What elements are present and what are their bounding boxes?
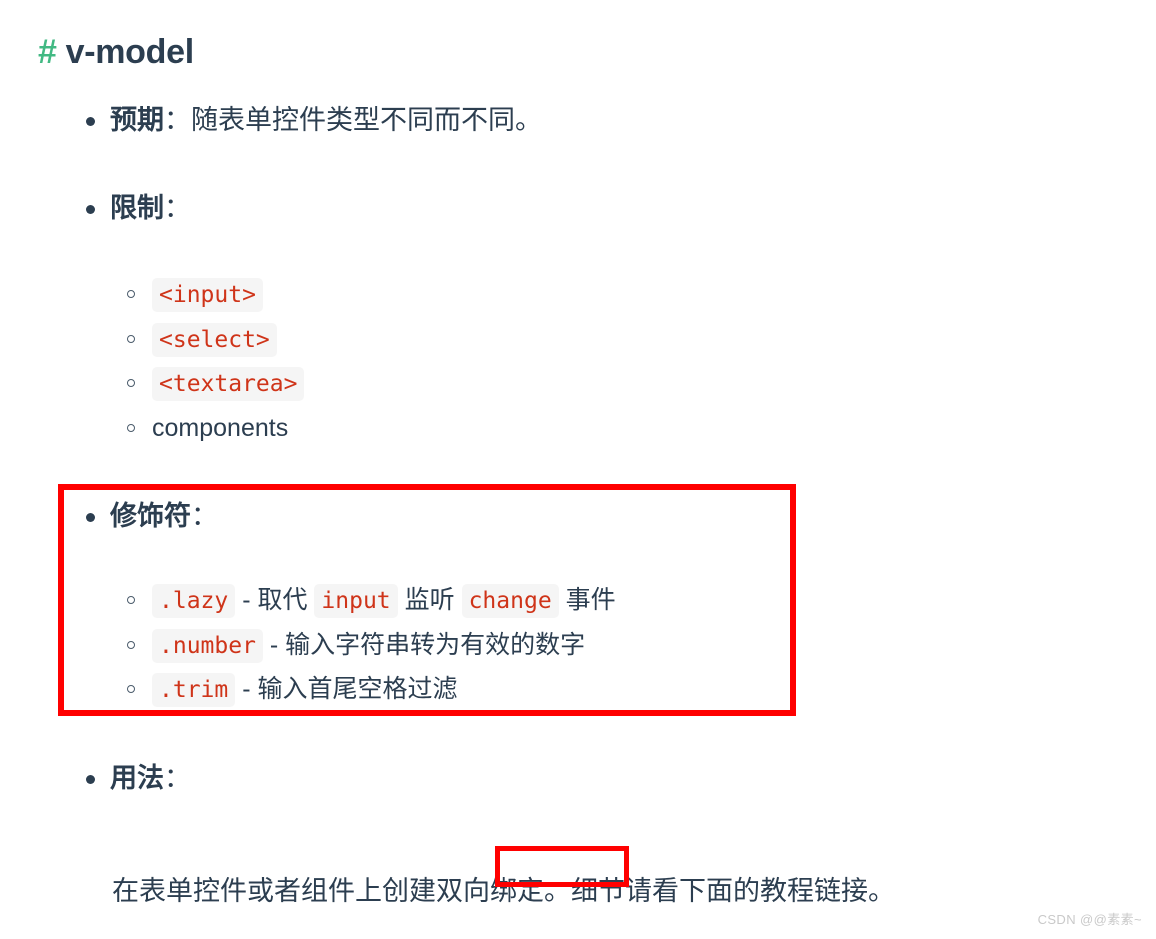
plain-token: - 输入字符串转为有效的数字 [262, 630, 586, 659]
list-item-modifiers: 修饰符： [76, 496, 776, 537]
usage-separator: ： [164, 763, 191, 793]
limit-list: 限制： [76, 188, 976, 229]
list-item: <textarea> [114, 361, 894, 406]
plain-token: 监听 [397, 586, 462, 614]
modifier-sublist: .lazy - 取代 input 监听 change 事件 .number - … [114, 578, 796, 712]
list-item: .number - 输入字符串转为有效的数字 [114, 623, 796, 668]
list-item-usage: 用法： [76, 758, 976, 799]
code-token: .trim [152, 673, 236, 707]
code-token: <select> [152, 322, 277, 357]
modifiers-list: 修饰符： [76, 496, 776, 537]
code-token: input [314, 584, 398, 618]
modifier-clip-region: 修饰符： .lazy - 取代 input 监听 change 事件 .numb… [58, 484, 796, 716]
list-item-limit: 限制： [76, 188, 976, 229]
modifiers-label: 修饰符 [110, 501, 191, 531]
limit-label: 限制 [110, 193, 164, 223]
list-item: components [114, 406, 894, 451]
expect-description: 随表单控件类型不同而不同。 [191, 105, 542, 135]
section-usage: 用法： [76, 758, 976, 799]
section-modifiers: 修饰符： [76, 496, 776, 537]
page-title-text: v-model [65, 32, 195, 71]
usage-paragraph-container: 在表单控件或者组件上创建双向绑定。细节请看下面的教程链接。 [112, 844, 1112, 939]
modifiers-separator: ： [191, 501, 218, 531]
usage-paragraph: 在表单控件或者组件上创建双向绑定。细节请看下面的教程链接。 [112, 871, 1112, 912]
section-limit: 限制： [76, 188, 976, 229]
limit-sublist-container: <input> <select> <textarea> components [114, 272, 894, 450]
watermark: CSDN @@素素~ [1037, 912, 1142, 927]
list-item: <input> [114, 272, 894, 317]
list-item: .lazy - 取代 input 监听 change 事件 [114, 578, 796, 623]
plain-token: - 取代 [235, 586, 315, 614]
expect-separator: ： [164, 105, 191, 135]
list-item: <select> [114, 317, 894, 362]
usage-label: 用法 [110, 763, 164, 793]
code-token: change [461, 584, 559, 618]
usage-list: 用法： [76, 758, 976, 799]
code-token: <input> [152, 278, 263, 312]
plain-token: 事件 [558, 586, 616, 614]
expect-label: 预期 [110, 105, 164, 135]
document-page: # v-model 预期：随表单控件类型不同而不同。 限制： <input> <s… [0, 0, 1156, 938]
modifier-sublist-container: .lazy - 取代 input 监听 change 事件 .number - … [114, 578, 796, 712]
list-item-expect: 预期：随表单控件类型不同而不同。 [76, 100, 976, 141]
list-item: .trim - 输入首尾空格过滤 [114, 667, 796, 712]
page-title: # v-model [38, 31, 194, 74]
plain-token: - 输入首尾空格过滤 [235, 675, 458, 703]
paragraph-text-after: 。细节请看下面的教程链接。 [544, 876, 895, 906]
limit-separator: ： [164, 193, 191, 223]
plain-token: components [152, 413, 289, 442]
paragraph-highlighted-text: 双向绑定 [436, 876, 544, 906]
code-token: .number [152, 628, 263, 663]
code-token: .lazy [152, 584, 236, 618]
paragraph-text-before: 在表单控件或者组件上创建 [112, 876, 436, 906]
code-token: <textarea> [152, 367, 305, 401]
expect-list: 预期：随表单控件类型不同而不同。 [76, 100, 976, 141]
heading-anchor-icon[interactable]: # [38, 33, 57, 71]
section-expect: 预期：随表单控件类型不同而不同。 [76, 100, 976, 141]
limit-sublist: <input> <select> <textarea> components [114, 272, 894, 450]
